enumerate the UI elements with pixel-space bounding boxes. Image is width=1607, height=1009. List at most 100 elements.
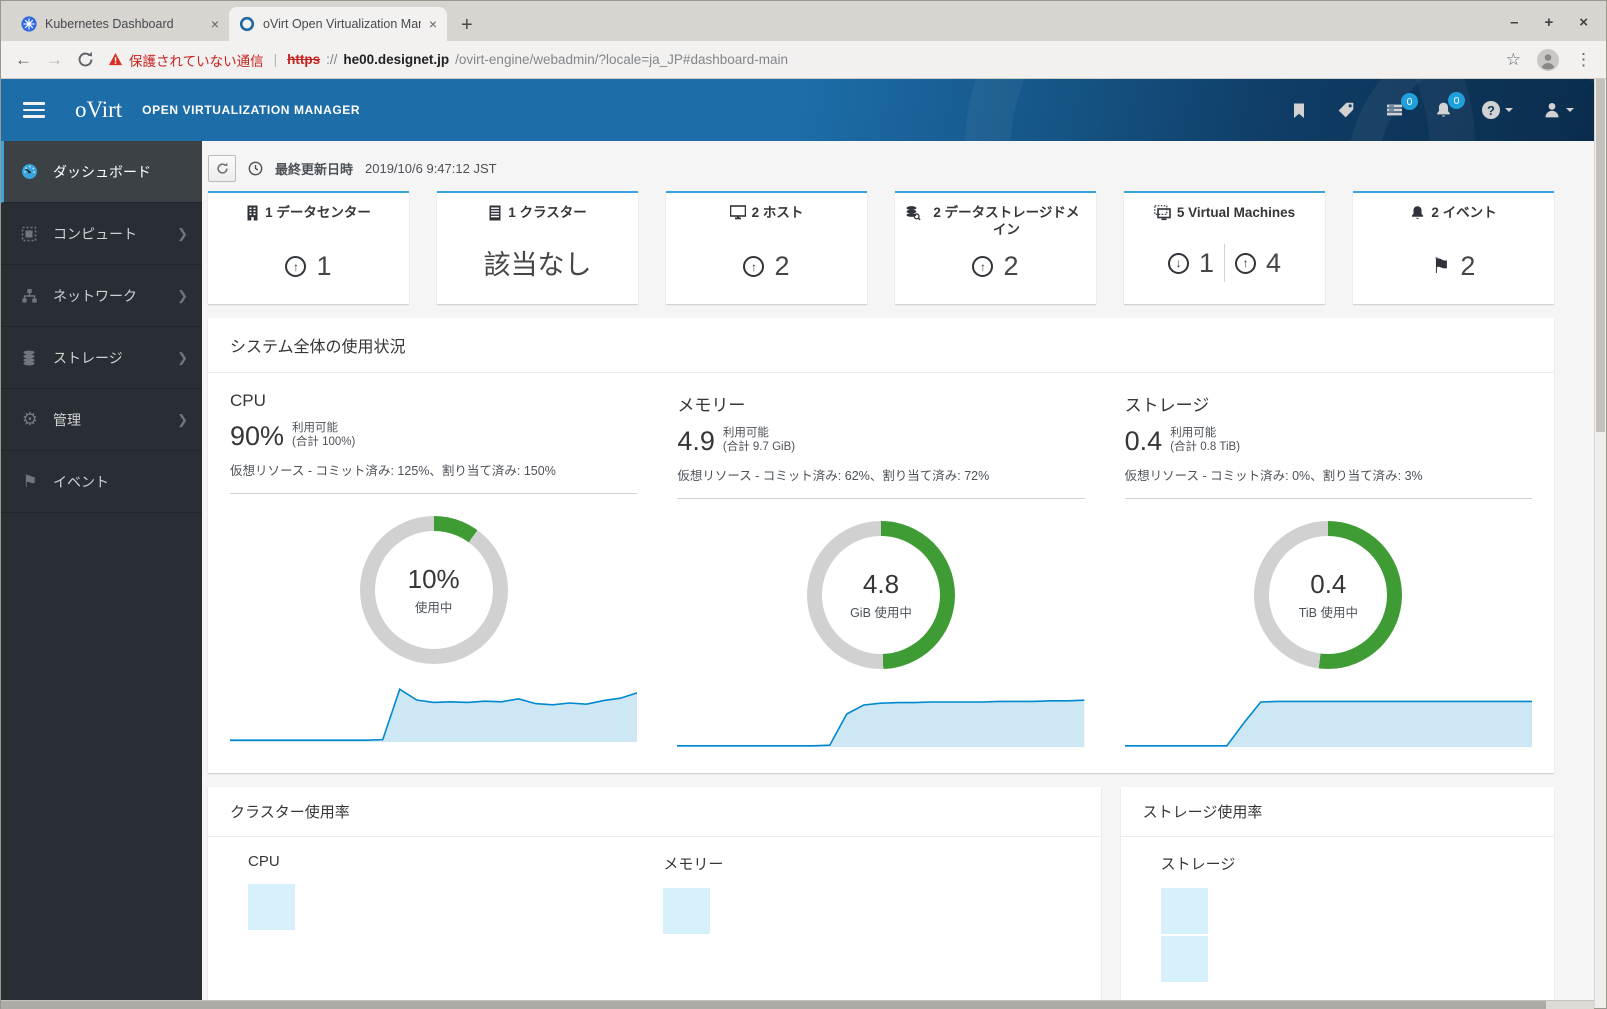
vm-down-link[interactable]: ↓ 1: [1167, 247, 1214, 279]
vertical-scrollbar[interactable]: [1594, 79, 1606, 1008]
column-title: メモリー: [677, 396, 746, 415]
user-menu[interactable]: [1543, 101, 1574, 119]
reload-icon[interactable]: [77, 51, 94, 68]
heatmap-cell[interactable]: [663, 887, 711, 934]
card-value-link[interactable]: ↑ 2: [743, 251, 790, 282]
card-title: 2 ホスト: [751, 205, 804, 220]
card-title: ストレージ使用率: [1120, 787, 1554, 837]
sidebar-item-dashboard[interactable]: ダッシュボード: [1, 141, 202, 203]
available-value: 4.9: [677, 425, 715, 456]
url-separator: |: [273, 52, 278, 67]
virtual-resources-line: 仮想リソース - コミット済み: 0%、割り当て済み: 3%: [1124, 468, 1423, 483]
tab-title: oVirt Open Virtualization Manag: [263, 17, 421, 31]
heatmap-cell[interactable]: [1160, 887, 1208, 934]
maximize-button[interactable]: +: [1544, 14, 1553, 31]
address-field[interactable]: 保護されていない通信 | https :// he00.designet.jp/o…: [108, 50, 1492, 70]
memory-sparkline-chart: [677, 687, 1085, 747]
card-data-centers: 1 データセンター ↑ 1: [208, 191, 409, 304]
virtual-resources-line: 仮想リソース - コミット済み: 125%、割り当て済み: 150%: [230, 463, 556, 478]
profile-avatar[interactable]: [1537, 48, 1559, 71]
help-menu[interactable]: ?: [1482, 101, 1513, 119]
refresh-button[interactable]: [208, 154, 236, 182]
chevron-right-icon: ❯: [177, 349, 188, 365]
network-sitemap-icon: [21, 288, 39, 304]
sidebar-item-storage[interactable]: ストレージ ❯: [1, 327, 202, 389]
virtual-machine-icon: [1154, 205, 1171, 221]
browser-window: Kubernetes Dashboard × oVirt Open Virtua…: [0, 0, 1607, 1009]
browser-menu-icon[interactable]: ⋮: [1575, 50, 1592, 70]
cluster-cpu-heatmap: CPU: [248, 853, 663, 936]
hamburger-menu-icon[interactable]: [23, 102, 45, 118]
value-divider: [1224, 244, 1225, 282]
forward-icon[interactable]: →: [46, 50, 63, 70]
arrow-up-circle-icon: ↑: [743, 256, 765, 277]
browser-urlbar: ← → 保護されていない通信 | https :// he00.designet.…: [1, 41, 1606, 79]
help-icon: ?: [1482, 101, 1500, 119]
minimize-button[interactable]: –: [1510, 14, 1518, 31]
vm-up-link[interactable]: ↑ 4: [1235, 248, 1281, 279]
donut-center-value: 10%: [407, 563, 460, 594]
heatmap-label: CPU: [248, 852, 280, 870]
tab-kubernetes-dashboard[interactable]: Kubernetes Dashboard ×: [11, 7, 229, 41]
heatmap-cell[interactable]: [1160, 935, 1208, 982]
tasks-icon[interactable]: 0: [1385, 93, 1418, 118]
security-warning-icon: [108, 52, 123, 66]
section-title: システム全体の使用状況: [208, 318, 1554, 373]
heatmap-cell[interactable]: [248, 883, 295, 930]
sidebar-nav: ダッシュボード コンピュート ❯ ネットワーク ❯ ストレージ ❯ ⚙ 管理 ❯…: [1, 141, 202, 1009]
divider: [677, 497, 1085, 499]
datacenter-building-icon: [247, 205, 258, 221]
sidebar-item-compute[interactable]: コンピュート ❯: [1, 203, 202, 265]
arrow-up-circle-icon: ↑: [1235, 252, 1256, 274]
card-value-link[interactable]: ⚑ 2: [1432, 251, 1476, 282]
sidebar-item-label: コンピュート: [53, 225, 137, 242]
card-hosts: 2 ホスト ↑ 2: [666, 191, 867, 304]
card-clusters: 1 クラスター 該当なし: [437, 191, 638, 304]
cpu-sparkline-chart: [230, 682, 638, 742]
storage-heatmap: ストレージ: [1160, 853, 1532, 984]
sidebar-item-administration[interactable]: ⚙ 管理 ❯: [1, 389, 202, 451]
divider: [230, 492, 638, 494]
close-button[interactable]: ×: [1579, 14, 1588, 31]
user-icon: [1545, 103, 1559, 118]
card-value-link[interactable]: ↑ 1: [285, 251, 332, 282]
sidebar-item-events[interactable]: ⚑ イベント: [1, 451, 202, 513]
available-value: 90%: [230, 420, 285, 451]
ovirt-favicon-icon: [239, 16, 255, 32]
ovirt-masthead: oVirt OPEN VIRTUALIZATION MANAGER 0 0 ?: [1, 79, 1596, 141]
url-host: he00.designet.jp: [343, 52, 450, 67]
new-tab-button[interactable]: +: [447, 14, 487, 41]
sidebar-item-label: 管理: [53, 411, 81, 428]
up-count: 4: [1266, 247, 1282, 278]
card-title: 1 データセンター: [265, 205, 371, 220]
memory-donut-chart: 4.8 GiB 使用中: [806, 520, 955, 669]
clock-icon: [248, 161, 263, 175]
sidebar-item-label: ダッシュボード: [53, 163, 151, 180]
card-value-link[interactable]: ↑ 2: [972, 251, 1019, 282]
notifications-bell-icon[interactable]: 0: [1435, 92, 1465, 119]
back-icon[interactable]: ←: [15, 50, 32, 70]
column-title: CPU: [230, 391, 266, 410]
security-warning-label: 保護されていない通信: [129, 53, 264, 69]
chevron-right-icon: ❯: [177, 287, 188, 303]
ovirt-logo[interactable]: oVirt: [75, 97, 122, 123]
tab-close-icon[interactable]: ×: [211, 16, 219, 32]
horizontal-scrollbar[interactable]: [1, 1000, 1594, 1009]
sidebar-item-network[interactable]: ネットワーク ❯: [1, 265, 202, 327]
down-count: 1: [1198, 247, 1214, 278]
utilization-column-storage: ストレージ 0.4 利用可能 (合計 0.8 TiB) 仮想リソース - コミッ…: [1124, 391, 1532, 747]
card-virtual-machines: 5 Virtual Machines ↓ 1 ↑ 4: [1124, 191, 1325, 304]
flag-icon: ⚑: [1431, 255, 1451, 278]
donut-center-label: 使用中: [414, 600, 453, 615]
gear-icon: ⚙: [21, 409, 39, 429]
divider: [1124, 497, 1532, 499]
kubernetes-favicon-icon: [21, 16, 37, 32]
available-label: 利用可能 (合計 9.7 GiB): [722, 427, 796, 454]
tab-close-icon[interactable]: ×: [429, 16, 437, 32]
tab-ovirt-manager[interactable]: oVirt Open Virtualization Manag ×: [229, 7, 447, 41]
tags-icon[interactable]: [1337, 101, 1355, 119]
summary-cards: 1 データセンター ↑ 1 1 クラスター 該当なし 2 ホスト ↑ 2 2 デ…: [208, 191, 1554, 304]
refresh-icon: [216, 162, 228, 174]
bookmark-star-icon[interactable]: ☆: [1506, 50, 1521, 70]
bookmarks-icon[interactable]: [1291, 102, 1307, 119]
